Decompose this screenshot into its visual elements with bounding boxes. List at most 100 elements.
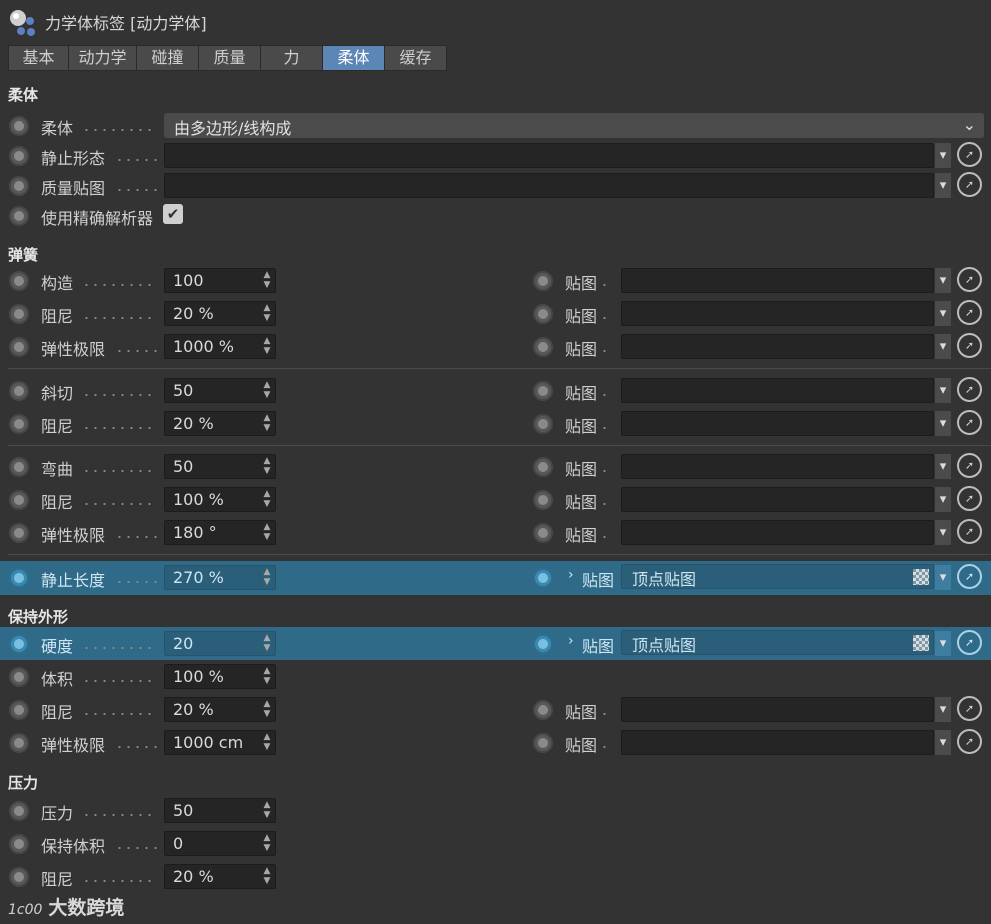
radio-icon[interactable] (9, 414, 29, 434)
stiffness-input[interactable]: 20 ▲ ▼ (164, 631, 276, 656)
chevron-down-icon[interactable]: ▾ (935, 143, 951, 168)
flexion-limit-map-field[interactable] (621, 520, 934, 545)
flexion-limit-input[interactable]: 180 ° ▲ ▼ (164, 520, 276, 545)
radio-icon[interactable] (533, 337, 553, 357)
tab-dynamics[interactable]: 动力学 (68, 45, 137, 71)
picker-arrow-icon[interactable]: ➚ (957, 696, 982, 721)
picker-arrow-icon[interactable]: ➚ (957, 410, 982, 435)
tab-collision[interactable]: 碰撞 (136, 45, 199, 71)
radio-icon[interactable] (9, 146, 29, 166)
chevron-down-icon[interactable]: ▾ (935, 730, 951, 755)
radio-icon[interactable] (9, 801, 29, 821)
radio-icon[interactable] (533, 634, 553, 654)
radio-icon[interactable] (9, 700, 29, 720)
radio-icon[interactable] (9, 490, 29, 510)
picker-arrow-icon[interactable]: ➚ (957, 729, 982, 754)
spinner-icon[interactable]: ▲ ▼ (261, 489, 273, 510)
radio-icon[interactable] (9, 116, 29, 136)
chevron-down-icon[interactable]: ▾ (935, 631, 951, 656)
mass-map-link-field[interactable] (164, 173, 934, 198)
radio-icon[interactable] (9, 867, 29, 887)
shear-map-field[interactable] (621, 378, 934, 403)
radio-icon[interactable] (9, 337, 29, 357)
chevron-down-icon[interactable]: ▾ (935, 697, 951, 722)
radio-icon[interactable] (9, 176, 29, 196)
chevron-down-icon[interactable]: ▾ (935, 565, 951, 590)
chevron-down-icon[interactable]: ▾ (935, 454, 951, 479)
tab-basic[interactable]: 基本 (8, 45, 69, 71)
tab-soft-body[interactable]: 柔体 (322, 45, 385, 71)
radio-icon[interactable] (9, 206, 29, 226)
radio-icon[interactable] (533, 381, 553, 401)
expand-arrow-icon[interactable]: › (568, 633, 574, 649)
radio-icon[interactable] (9, 457, 29, 477)
shear-damping-input[interactable]: 20 % ▲ ▼ (164, 411, 276, 436)
picker-arrow-icon[interactable]: ➚ (957, 564, 982, 589)
spinner-icon[interactable]: ▲ ▼ (261, 567, 273, 588)
picker-arrow-icon[interactable]: ➚ (957, 453, 982, 478)
chevron-down-icon[interactable]: ▾ (935, 268, 951, 293)
expand-arrow-icon[interactable]: › (568, 567, 574, 583)
radio-icon[interactable] (533, 271, 553, 291)
radio-icon[interactable] (9, 667, 29, 687)
flexion-input[interactable]: 50 ▲ ▼ (164, 454, 276, 479)
radio-icon[interactable] (533, 490, 553, 510)
chevron-down-icon[interactable]: ▾ (935, 173, 951, 198)
chevron-down-icon[interactable]: ▾ (935, 411, 951, 436)
exact-solver-checkbox[interactable]: ✔ (163, 204, 183, 224)
spinner-icon[interactable]: ▲ ▼ (261, 666, 273, 687)
tab-force[interactable]: 力 (260, 45, 323, 71)
spinner-icon[interactable]: ▲ ▼ (261, 732, 273, 753)
structural-damping-map-field[interactable] (621, 301, 934, 326)
rest-length-input[interactable]: 270 % ▲ ▼ (164, 565, 276, 590)
picker-arrow-icon[interactable]: ➚ (957, 142, 982, 167)
chevron-down-icon[interactable]: ▾ (935, 487, 951, 512)
radio-icon[interactable] (9, 304, 29, 324)
structural-limit-input[interactable]: 1000 % ▲ ▼ (164, 334, 276, 359)
structural-number-input[interactable]: 100 ▲ ▼ (164, 268, 276, 293)
shape-limit-input[interactable]: 1000 cm ▲ ▼ (164, 730, 276, 755)
radio-icon[interactable] (9, 834, 29, 854)
soft-body-mode-select[interactable]: 由多边形/线构成 ⌄ (164, 113, 984, 138)
radio-icon[interactable] (9, 381, 29, 401)
radio-icon[interactable] (533, 457, 553, 477)
tab-cache[interactable]: 缓存 (384, 45, 447, 71)
pressure-damping-input[interactable]: 20 % ▲ ▼ (164, 864, 276, 889)
radio-icon[interactable] (533, 304, 553, 324)
structural-map-field[interactable] (621, 268, 934, 293)
rest-length-map-field[interactable]: 顶点贴图 (621, 564, 934, 589)
radio-icon[interactable] (9, 634, 29, 654)
picker-arrow-icon[interactable]: ➚ (957, 333, 982, 358)
stiffness-map-field[interactable]: 顶点贴图 (621, 630, 934, 655)
volume-input[interactable]: 100 % ▲ ▼ (164, 664, 276, 689)
radio-icon[interactable] (9, 523, 29, 543)
shape-damping-input[interactable]: 20 % ▲ ▼ (164, 697, 276, 722)
shape-damping-map-field[interactable] (621, 697, 934, 722)
flexion-map-field[interactable] (621, 454, 934, 479)
chevron-down-icon[interactable]: ▾ (935, 334, 951, 359)
spinner-icon[interactable]: ▲ ▼ (261, 303, 273, 324)
spinner-icon[interactable]: ▲ ▼ (261, 270, 273, 291)
rest-state-link-field[interactable] (164, 143, 934, 168)
picker-arrow-icon[interactable]: ➚ (957, 300, 982, 325)
flexion-damping-input[interactable]: 100 % ▲ ▼ (164, 487, 276, 512)
spinner-icon[interactable]: ▲ ▼ (261, 800, 273, 821)
shape-limit-map-field[interactable] (621, 730, 934, 755)
keep-volume-input[interactable]: 0 ▲ ▼ (164, 831, 276, 856)
spinner-icon[interactable]: ▲ ▼ (261, 336, 273, 357)
radio-icon[interactable] (533, 414, 553, 434)
chevron-down-icon[interactable]: ▾ (935, 520, 951, 545)
radio-icon[interactable] (533, 700, 553, 720)
chevron-down-icon[interactable]: ▾ (935, 378, 951, 403)
picker-arrow-icon[interactable]: ➚ (957, 630, 982, 655)
picker-arrow-icon[interactable]: ➚ (957, 172, 982, 197)
radio-icon[interactable] (9, 568, 29, 588)
shear-damping-map-field[interactable] (621, 411, 934, 436)
radio-icon[interactable] (533, 733, 553, 753)
spinner-icon[interactable]: ▲ ▼ (261, 699, 273, 720)
structural-damping-input[interactable]: 20 % ▲ ▼ (164, 301, 276, 326)
radio-icon[interactable] (533, 568, 553, 588)
flexion-damping-map-field[interactable] (621, 487, 934, 512)
spinner-icon[interactable]: ▲ ▼ (261, 833, 273, 854)
shear-input[interactable]: 50 ▲ ▼ (164, 378, 276, 403)
